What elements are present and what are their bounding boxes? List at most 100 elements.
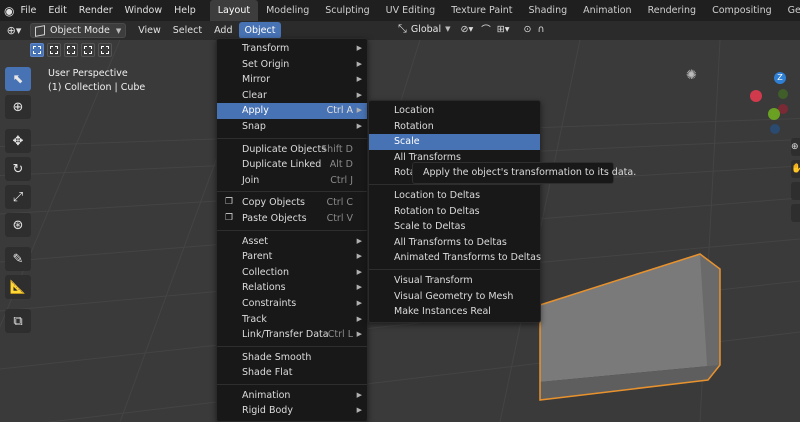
pivot-icon[interactable]: ⊘▾ <box>461 24 474 35</box>
snap-target-icon[interactable]: ⊞▾ <box>497 24 510 35</box>
main-menu-render[interactable]: Render <box>73 5 119 16</box>
submenu-arrow-icon: ▶ <box>356 314 362 323</box>
object-menu-item-constraints[interactable]: Constraints ▶ <box>217 296 367 312</box>
apply-menu-item-scale-to-deltas[interactable]: Scale to Deltas <box>369 219 540 235</box>
select-box-icon <box>50 46 58 54</box>
proportional-edit-icon[interactable]: ⊙ <box>524 24 532 35</box>
object-menu-item-parent[interactable]: Parent ▶ <box>217 249 367 265</box>
apply-menu-item-rotation[interactable]: Rotation <box>369 119 540 135</box>
workspace-tab-texture-paint[interactable]: Texture Paint <box>443 0 520 21</box>
measure-tool[interactable]: 📐 <box>5 275 31 299</box>
apply-menu-item-scale[interactable]: Scale <box>369 134 540 150</box>
axis-x-gizmo[interactable] <box>750 90 762 102</box>
object-menu-item-set-origin[interactable]: Set Origin ▶ <box>217 57 367 73</box>
main-menu-help[interactable]: Help <box>168 5 202 16</box>
apply-menu-item-visual-transform[interactable]: Visual Transform <box>369 273 540 289</box>
object-menu-item-copy-objects[interactable]: ❐ Copy Objects Ctrl C <box>217 195 367 211</box>
menu-separator <box>217 345 367 347</box>
workspace-tab-rendering[interactable]: Rendering <box>640 0 705 21</box>
transform-orientation-icon[interactable]: ⤡ <box>398 22 407 36</box>
apply-menu-item-animated-transforms-to-deltas[interactable]: Animated Transforms to Deltas <box>369 250 541 266</box>
select-subtract-toggle[interactable] <box>64 43 78 57</box>
falloff-icon[interactable]: ∩ <box>537 24 544 35</box>
transform-tool[interactable]: ⊛ <box>5 213 31 237</box>
object-menu-item-apply[interactable]: Apply Ctrl A ▶ <box>217 103 367 119</box>
ortho-toggle-button[interactable] <box>791 204 800 222</box>
snap-icon[interactable]: ⌒ <box>481 22 491 36</box>
select-box-tool[interactable]: ⬉ <box>5 67 31 91</box>
light-icon[interactable]: ✺ <box>686 68 697 83</box>
object-menu-item-join[interactable]: Join Ctrl J <box>217 173 367 189</box>
select-new-toggle[interactable] <box>30 43 44 57</box>
object-menu-item-collection[interactable]: Collection ▶ <box>217 265 367 281</box>
object-menu-item-label: Shade Flat <box>242 367 293 379</box>
header-menu-object[interactable]: Object <box>238 22 282 39</box>
transform-orientation-label[interactable]: Global <box>411 24 441 35</box>
main-menu-file[interactable]: File <box>14 5 42 16</box>
menu-separator <box>217 137 367 139</box>
add-cube-tool[interactable]: ⧉ <box>5 309 31 333</box>
object-menu-item-shade-smooth[interactable]: Shade Smooth <box>217 350 367 366</box>
apply-menu-item-location[interactable]: Location <box>369 103 540 119</box>
annotate-tool[interactable]: ✎ <box>5 247 31 271</box>
axis-z-label: Z <box>777 73 783 82</box>
object-menu-item-mirror[interactable]: Mirror ▶ <box>217 72 367 88</box>
object-menu-item-animation[interactable]: Animation ▶ <box>217 388 367 404</box>
workspace-tab-layout[interactable]: Layout <box>209 0 259 21</box>
workspace-tab-uv-editing[interactable]: UV Editing <box>378 0 444 21</box>
object-menu-item-link-transfer-data[interactable]: Link/Transfer Data Ctrl L ▶ <box>217 327 367 343</box>
object-menu-item-clear[interactable]: Clear ▶ <box>217 88 367 104</box>
select-intersect-toggle[interactable] <box>98 43 112 57</box>
apply-menu-item-visual-geometry-to-mesh[interactable]: Visual Geometry to Mesh <box>369 289 540 305</box>
main-menu-window[interactable]: Window <box>119 5 168 16</box>
workspace-tab-animation[interactable]: Animation <box>575 0 639 21</box>
workspace-tab-sculpting[interactable]: Sculpting <box>317 0 377 21</box>
object-menu-item-rigid-body[interactable]: Rigid Body ▶ <box>217 403 367 419</box>
header-menu-view[interactable]: View <box>132 22 167 39</box>
header-menu-add[interactable]: Add <box>208 22 238 39</box>
pencil-icon: ✎ <box>12 251 24 267</box>
mode-dropdown[interactable]: Object Mode ▼ <box>30 23 127 38</box>
apply-menu-item-make-instances-real[interactable]: Make Instances Real <box>369 304 540 320</box>
main-menu-edit[interactable]: Edit <box>42 5 72 16</box>
header-menu-select[interactable]: Select <box>167 22 208 39</box>
object-menu-item-paste-objects[interactable]: ❐ Paste Objects Ctrl V <box>217 211 367 227</box>
scale-tool[interactable]: ⤢ <box>5 185 31 209</box>
zoom-button[interactable]: ⊕ <box>791 138 800 156</box>
pan-button[interactable]: ✋ <box>791 160 800 178</box>
select-invert-toggle[interactable] <box>81 43 95 57</box>
workspace-tab-shading[interactable]: Shading <box>521 0 576 21</box>
object-menu-item-shade-flat[interactable]: Shade Flat <box>217 365 367 381</box>
cursor-tool[interactable]: ⊕ <box>5 95 31 119</box>
rotate-tool[interactable]: ↻ <box>5 157 31 181</box>
object-menu-item-snap[interactable]: Snap ▶ <box>217 119 367 135</box>
object-menu-item-duplicate-objects[interactable]: Duplicate Objects Shift D <box>217 142 367 158</box>
apply-menu-item-location-to-deltas[interactable]: Location to Deltas <box>369 188 540 204</box>
object-menu-item-transform[interactable]: Transform ▶ <box>217 41 367 57</box>
camera-view-button[interactable] <box>791 182 800 200</box>
tooltip-text: Apply the object's transformation to its… <box>423 167 637 178</box>
apply-menu-item-all-transforms-to-deltas[interactable]: All Transforms to Deltas <box>369 235 540 251</box>
workspace-tabs: Layout Modeling Sculpting UV Editing Texture… <box>209 0 800 21</box>
submenu-arrow-icon: ▶ <box>356 75 362 84</box>
axis-neg-y-gizmo[interactable] <box>778 89 788 99</box>
cube-object[interactable] <box>539 253 721 401</box>
axis-z-gizmo[interactable]: Z <box>774 72 786 84</box>
object-menu-item-label: Collection <box>242 266 289 278</box>
axis-neg-z-gizmo[interactable] <box>770 124 780 134</box>
editor-type-icon[interactable]: ⊕▾ <box>4 22 24 39</box>
blender-logo-icon[interactable]: ◉ <box>4 0 14 21</box>
object-menu-item-track[interactable]: Track ▶ <box>217 312 367 328</box>
axis-y-gizmo[interactable] <box>768 108 780 120</box>
workspace-tab-compositing[interactable]: Compositing <box>704 0 780 21</box>
object-menu-item-duplicate-linked[interactable]: Duplicate Linked Alt D <box>217 157 367 173</box>
shortcut-label: Ctrl J <box>330 174 353 186</box>
workspace-tab-modeling[interactable]: Modeling <box>258 0 317 21</box>
apply-menu-item-rotation-to-deltas[interactable]: Rotation to Deltas <box>369 204 540 220</box>
select-extend-toggle[interactable] <box>47 43 61 57</box>
object-menu-item-asset[interactable]: Asset ▶ <box>217 234 367 250</box>
object-menu-item-relations[interactable]: Relations ▶ <box>217 280 367 296</box>
workspace-tab-geometry-nodes[interactable]: Geometry Nodes <box>780 0 800 21</box>
move-tool[interactable]: ✥ <box>5 129 31 153</box>
object-menu-item-label: Shade Smooth <box>242 351 312 363</box>
